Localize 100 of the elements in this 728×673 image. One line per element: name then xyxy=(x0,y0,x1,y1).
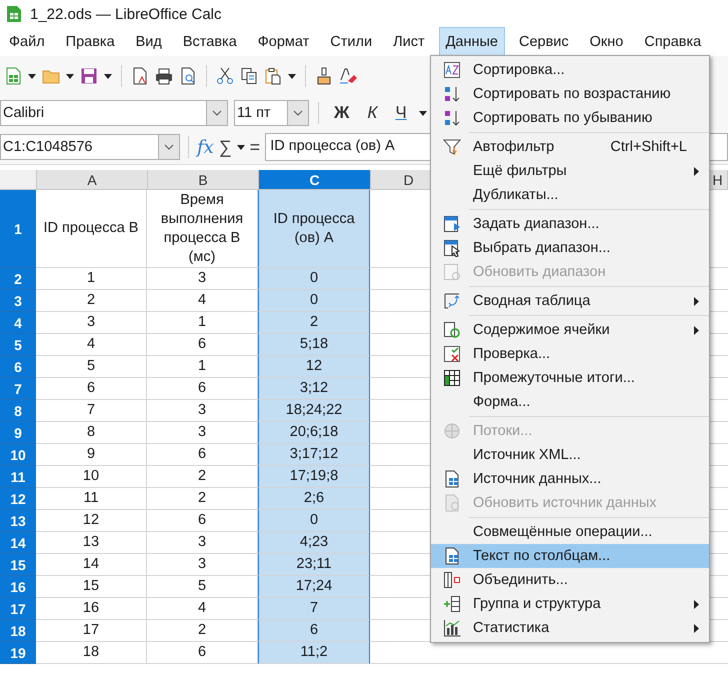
menu-item[interactable]: Сортировать по возрастанию xyxy=(431,82,709,106)
table-cell: 0 xyxy=(258,268,370,290)
column-header[interactable]: B xyxy=(148,170,259,190)
table-cell: 15 xyxy=(36,576,147,598)
row-header[interactable]: 4 xyxy=(0,312,36,334)
menu-item[interactable]: Статистика xyxy=(431,616,709,640)
table-cell: 6 xyxy=(258,620,370,642)
row-header[interactable]: 11 xyxy=(0,466,36,488)
menu-item[interactable]: Сортировать по убыванию xyxy=(431,106,709,130)
row-header[interactable]: 13 xyxy=(0,510,36,532)
table-cell: 2 xyxy=(147,488,258,510)
table-cell: ID процесса В xyxy=(36,190,147,268)
column-header[interactable]: H xyxy=(708,170,728,190)
caret-icon[interactable] xyxy=(66,74,74,78)
function-wizard-button[interactable]: fx xyxy=(197,136,214,158)
menu-item[interactable]: Группа и структура xyxy=(431,592,709,616)
menu-item[interactable]: Выбрать диапазон... xyxy=(431,236,709,260)
scissors-icon[interactable] xyxy=(216,67,234,85)
menu-item[interactable]: Сводная таблица xyxy=(431,289,709,313)
menu-item[interactable]: Автофильтр Ctrl+Shift+L xyxy=(431,135,709,159)
menu-item[interactable]: Задать диапазон... xyxy=(431,212,709,236)
underline-button[interactable]: Ч xyxy=(389,103,413,123)
document-table-icon xyxy=(443,547,461,565)
row-header[interactable]: 10 xyxy=(0,444,36,466)
menu-item[interactable]: Правка xyxy=(58,27,122,57)
row-header[interactable]: 12 xyxy=(0,488,36,510)
caret-icon[interactable] xyxy=(28,74,36,78)
row-header[interactable]: 19 xyxy=(0,642,36,664)
font-size-field[interactable]: 11 пт xyxy=(234,100,309,126)
row-header[interactable]: 15 xyxy=(0,554,36,576)
printer-icon[interactable] xyxy=(155,67,173,85)
table-cell: 4 xyxy=(147,598,258,620)
column-header[interactable]: A xyxy=(37,170,148,190)
menu-item[interactable]: Окно xyxy=(582,27,630,57)
print-preview-icon[interactable] xyxy=(179,67,197,85)
caret-icon[interactable] xyxy=(104,74,112,78)
table-cell: 7 xyxy=(36,400,147,422)
table-cell: 17 xyxy=(36,620,147,642)
document-table-icon xyxy=(443,470,461,488)
table-cell: 3 xyxy=(36,312,147,334)
bold-button[interactable]: Ж xyxy=(328,103,356,123)
menu-item[interactable]: Проверка... xyxy=(431,342,709,366)
menu-item[interactable]: Источник данных... xyxy=(431,467,709,491)
row-header[interactable]: 17 xyxy=(0,598,36,620)
table-cell: 14 xyxy=(36,554,147,576)
table-cell: 7 xyxy=(258,598,370,620)
eraser-icon[interactable] xyxy=(339,67,357,85)
table-cell: 12 xyxy=(258,356,370,378)
menu-item[interactable]: Содержимое ячейки xyxy=(431,318,709,342)
row-header[interactable]: 14 xyxy=(0,532,36,554)
row-header[interactable]: 6 xyxy=(0,356,36,378)
clipboard-icon[interactable] xyxy=(264,67,282,85)
cells-refresh-icon xyxy=(443,321,461,339)
table-cell: 4;23 xyxy=(258,532,370,554)
menu-item[interactable]: Вид xyxy=(128,27,169,57)
menu-item[interactable]: Данные xyxy=(438,27,505,57)
table-cell: 23;11 xyxy=(258,554,370,576)
sum-button[interactable]: ∑ xyxy=(218,136,232,158)
new-spreadsheet-icon[interactable] xyxy=(4,67,22,85)
formula-button[interactable]: = xyxy=(250,136,260,158)
table-cell: 18;24;22 xyxy=(258,400,370,422)
menu-item[interactable]: Формат xyxy=(250,27,316,57)
table-cell: 5 xyxy=(36,356,147,378)
menu-item[interactable]: Совмещённые операции... xyxy=(431,520,709,544)
row-header[interactable]: 3 xyxy=(0,290,36,312)
row-header[interactable]: 1 xyxy=(0,190,36,268)
pdf-document-icon[interactable] xyxy=(131,67,149,85)
row-header[interactable]: 7 xyxy=(0,378,36,400)
menu-item[interactable]: Сервис xyxy=(512,27,576,57)
row-header[interactable]: 18 xyxy=(0,620,36,642)
menu-item[interactable]: Лист xyxy=(386,27,432,57)
name-box[interactable]: C1:C1048576 xyxy=(0,134,180,160)
table-cursor-icon xyxy=(443,239,461,257)
row-header[interactable]: 2 xyxy=(0,268,36,290)
row-header[interactable]: 16 xyxy=(0,576,36,598)
column-header[interactable]: C xyxy=(259,170,371,190)
submenu-arrow-icon xyxy=(694,296,699,306)
row-header[interactable]: 5 xyxy=(0,334,36,356)
menu-item[interactable]: Текст по столбцам... xyxy=(431,544,709,568)
font-name-field[interactable]: Calibri xyxy=(0,100,228,126)
caret-icon[interactable] xyxy=(288,74,296,78)
menu-item[interactable]: Объединить... xyxy=(431,568,709,592)
row-header[interactable]: 9 xyxy=(0,422,36,444)
copy-icon[interactable] xyxy=(240,67,258,85)
menu-item[interactable]: Форма... xyxy=(431,390,709,414)
menu-item[interactable]: Источник XML... xyxy=(431,443,709,467)
table-cell: 5;18 xyxy=(258,334,370,356)
chevron-down-icon xyxy=(164,144,174,150)
caret-icon[interactable] xyxy=(418,110,427,116)
menu-item[interactable]: Промежуточные итоги... xyxy=(431,366,709,390)
table-cell: 2 xyxy=(258,312,370,334)
italic-button[interactable]: К xyxy=(361,103,384,123)
row-header[interactable]: 8 xyxy=(0,400,36,422)
menu-item[interactable]: Справка xyxy=(637,27,708,57)
menu-item[interactable]: Стили xyxy=(323,27,380,57)
menu-item[interactable]: Вставка xyxy=(176,27,244,57)
table-cell: 3;17;12 xyxy=(258,444,370,466)
paintbrush-icon[interactable] xyxy=(315,67,333,85)
menu-item[interactable]: Файл xyxy=(2,27,52,57)
caret-icon[interactable] xyxy=(236,144,245,150)
